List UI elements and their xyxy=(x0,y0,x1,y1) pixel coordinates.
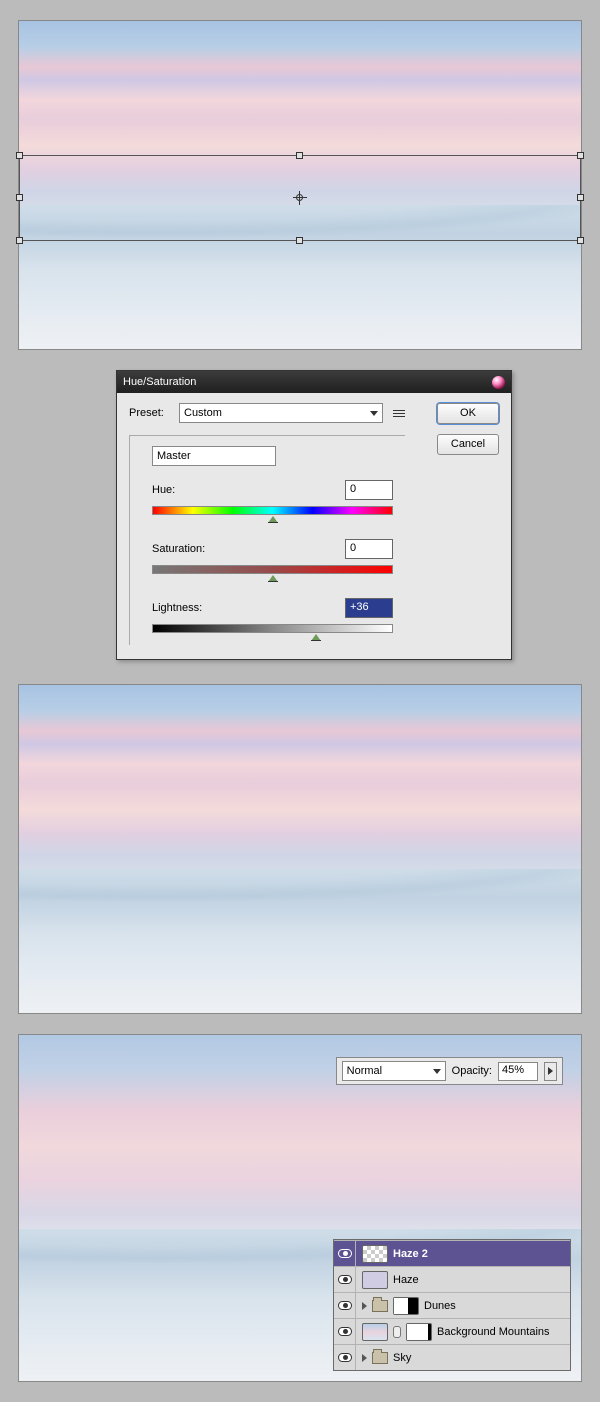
canvas-preview-layers: Normal Opacity: 45% Haze 2 Haze Dunes Backg… xyxy=(18,1034,582,1382)
chevron-down-icon xyxy=(433,1069,441,1074)
preset-label: Preset: xyxy=(129,407,173,419)
blend-mode-select[interactable]: Normal xyxy=(342,1061,446,1081)
saturation-input[interactable]: 0 xyxy=(345,539,393,559)
layer-row-body: Background Mountains xyxy=(356,1323,570,1341)
layers-panel: Haze 2 Haze Dunes Background Mountains Sky xyxy=(333,1239,571,1371)
adjustment-group: Master Hue: 0 Saturation: 0 xyxy=(129,435,405,645)
saturation-slider-knob[interactable] xyxy=(268,575,278,582)
hue-slider-knob[interactable] xyxy=(268,516,278,523)
layer-name: Background Mountains xyxy=(437,1326,550,1338)
layer-name: Dunes xyxy=(424,1300,456,1312)
layer-row-body: Dunes xyxy=(356,1297,570,1315)
layer-row-body: Haze 2 xyxy=(356,1245,570,1263)
eye-icon xyxy=(338,1249,352,1258)
transform-handle-br[interactable] xyxy=(577,237,584,244)
layer-thumb[interactable] xyxy=(362,1323,388,1341)
triangle-right-icon xyxy=(548,1067,553,1075)
eye-icon xyxy=(338,1353,352,1362)
layer-visibility-toggle[interactable] xyxy=(334,1293,356,1318)
eye-icon xyxy=(338,1327,352,1336)
layer-name: Haze xyxy=(393,1274,419,1286)
layer-row[interactable]: Background Mountains xyxy=(334,1318,570,1344)
transform-handle-tl[interactable] xyxy=(16,152,23,159)
lightness-slider-row: Lightness: +36 xyxy=(152,598,393,633)
dune-foreground xyxy=(19,869,581,1013)
lightness-input[interactable]: +36 xyxy=(345,598,393,618)
layer-mask-thumb[interactable] xyxy=(406,1323,432,1341)
hue-slider[interactable] xyxy=(152,506,393,515)
saturation-slider[interactable] xyxy=(152,565,393,574)
opacity-input[interactable]: 45% xyxy=(498,1062,538,1081)
layer-visibility-toggle[interactable] xyxy=(334,1267,356,1292)
transform-handle-bm[interactable] xyxy=(296,237,303,244)
disclosure-triangle-icon[interactable] xyxy=(362,1302,367,1310)
transform-handle-tr[interactable] xyxy=(577,152,584,159)
layer-name: Sky xyxy=(393,1352,411,1364)
hue-slider-row: Hue: 0 xyxy=(152,480,393,515)
lightness-slider-knob[interactable] xyxy=(311,634,321,641)
disclosure-triangle-icon[interactable] xyxy=(362,1354,367,1362)
layer-name: Haze 2 xyxy=(393,1248,428,1260)
dialog-titlebar[interactable]: Hue/Saturation xyxy=(117,371,511,393)
layer-row[interactable]: Dunes xyxy=(334,1292,570,1318)
channel-value: Master xyxy=(157,450,191,462)
transform-handle-ml[interactable] xyxy=(16,194,23,201)
layer-row[interactable]: Haze xyxy=(334,1266,570,1292)
ok-button[interactable]: OK xyxy=(437,403,499,424)
hue-input[interactable]: 0 xyxy=(345,480,393,500)
saturation-label: Saturation: xyxy=(152,543,205,555)
preset-value: Custom xyxy=(184,407,222,419)
channel-select[interactable]: Master xyxy=(152,446,276,466)
cancel-button[interactable]: Cancel xyxy=(437,434,499,455)
transform-handle-mr[interactable] xyxy=(577,194,584,201)
preset-select[interactable]: Custom xyxy=(179,403,383,423)
eye-icon xyxy=(338,1301,352,1310)
dialog-title: Hue/Saturation xyxy=(123,376,196,388)
opacity-flyout-button[interactable] xyxy=(544,1062,557,1081)
transform-bounding-box[interactable] xyxy=(19,155,581,241)
eye-icon xyxy=(338,1275,352,1284)
layer-mask-thumb[interactable] xyxy=(393,1297,419,1315)
folder-icon xyxy=(372,1352,388,1364)
blend-opacity-bar: Normal Opacity: 45% xyxy=(336,1057,563,1085)
canvas-preview-transform[interactable] xyxy=(18,20,582,350)
opacity-label: Opacity: xyxy=(452,1065,492,1077)
lightness-slider[interactable] xyxy=(152,624,393,633)
layer-visibility-toggle[interactable] xyxy=(334,1241,356,1266)
layer-thumb[interactable] xyxy=(362,1271,388,1289)
transform-handle-tm[interactable] xyxy=(296,152,303,159)
preset-menu-icon[interactable] xyxy=(389,405,405,421)
hue-saturation-dialog: Hue/Saturation OK Cancel Preset: Custom xyxy=(116,370,512,660)
layer-row-body: Sky xyxy=(356,1352,570,1364)
link-icon xyxy=(393,1326,401,1338)
hue-label: Hue: xyxy=(152,484,175,496)
blend-mode-value: Normal xyxy=(347,1065,382,1077)
canvas-preview-result xyxy=(18,684,582,1014)
layer-visibility-toggle[interactable] xyxy=(334,1319,356,1344)
layer-row-body: Haze xyxy=(356,1271,570,1289)
saturation-slider-row: Saturation: 0 xyxy=(152,539,393,574)
transform-handle-bl[interactable] xyxy=(16,237,23,244)
layer-row[interactable]: Sky xyxy=(334,1344,570,1370)
dialog-ornament-icon xyxy=(492,376,505,389)
layer-thumb[interactable] xyxy=(362,1245,388,1263)
layer-visibility-toggle[interactable] xyxy=(334,1345,356,1370)
folder-icon xyxy=(372,1300,388,1312)
transform-center-icon[interactable] xyxy=(293,191,307,205)
chevron-down-icon xyxy=(370,411,378,416)
layer-row[interactable]: Haze 2 xyxy=(334,1240,570,1266)
lightness-label: Lightness: xyxy=(152,602,202,614)
